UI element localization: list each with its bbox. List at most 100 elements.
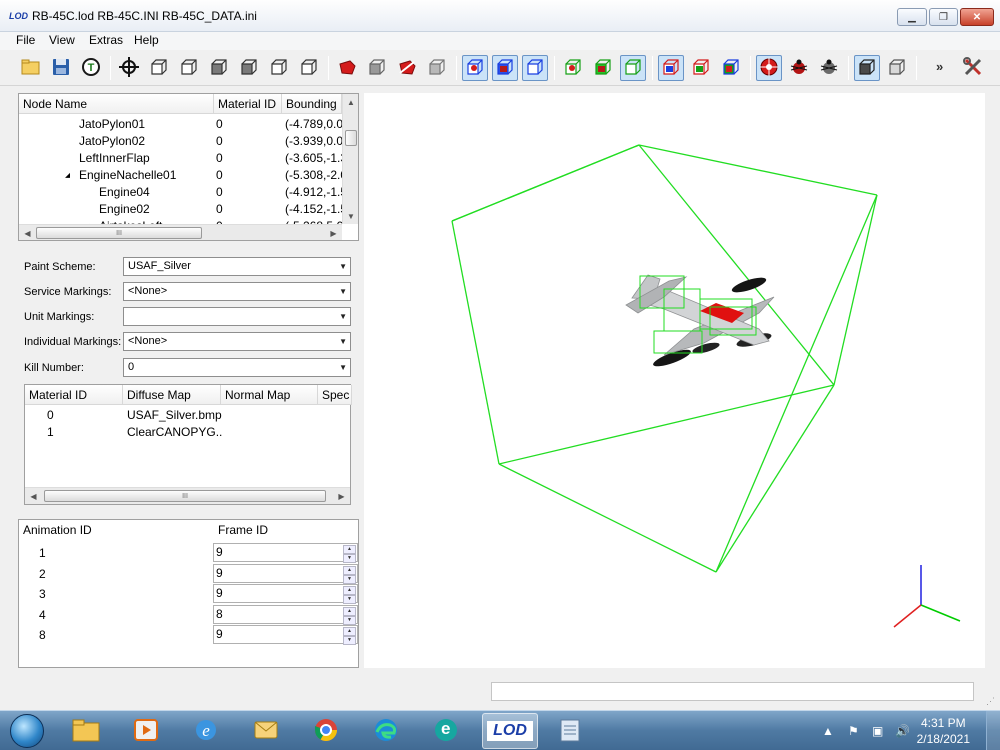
spin-up-icon[interactable]: ▲ (343, 627, 356, 636)
open-folder-button[interactable] (18, 55, 44, 81)
column-header-specular-map[interactable]: Spec (318, 385, 352, 405)
kill-number-select[interactable]: 0 ▼ (123, 358, 351, 377)
gray-bug-button[interactable] (816, 55, 842, 81)
menu-file[interactable]: File (16, 33, 35, 47)
scroll-right-icon[interactable]: ▶ (325, 225, 342, 240)
green-box-solid-button[interactable] (590, 55, 616, 81)
system-clock[interactable]: 4:31 PM 2/18/2021 (917, 715, 970, 747)
tree-row[interactable]: Engine04 0 (-4.912,-1.5 (19, 184, 342, 201)
spin-down-icon[interactable]: ▼ (343, 636, 356, 645)
node-tree-horizontal-scrollbar[interactable]: ◀ III ▶ (19, 224, 342, 240)
taskbar-edge-button[interactable] (358, 713, 414, 749)
paint-scheme-select[interactable]: USAF_Silver ▼ (123, 257, 351, 276)
rgb-cube-button[interactable] (718, 55, 744, 81)
blue-box-red-button[interactable] (462, 55, 488, 81)
box-wireframe-alt2-button[interactable] (296, 55, 322, 81)
column-header-bounding-box[interactable]: Bounding B (282, 94, 342, 114)
material-row[interactable]: 1 ClearCANOPYG... (25, 424, 350, 441)
textures-t-button[interactable]: T (78, 55, 104, 81)
toolbar-overflow-button[interactable]: » (936, 59, 943, 74)
red-blob-button[interactable] (334, 55, 360, 81)
red-target-button[interactable] (756, 55, 782, 81)
taskbar-eset-button[interactable]: e (418, 713, 474, 749)
3d-viewport[interactable] (364, 93, 985, 668)
frame-id-spinbox[interactable]: 9 ▲ ▼ (213, 563, 358, 584)
gray-cube-small-button[interactable] (424, 55, 450, 81)
red-box-blue-button[interactable] (658, 55, 684, 81)
column-header-animation-id[interactable]: Animation ID (19, 520, 214, 540)
node-tree-vertical-scrollbar[interactable]: ▲ ▼ (342, 94, 358, 224)
frame-id-spinbox[interactable]: 9 ▲ ▼ (213, 543, 358, 563)
taskbar-lod-app-button[interactable]: LOD (482, 713, 538, 749)
box-wireframe-front-button[interactable] (146, 55, 172, 81)
action-center-flag-icon[interactable]: ⚑ (848, 724, 859, 738)
column-header-diffuse-map[interactable]: Diffuse Map (123, 385, 221, 405)
spin-down-icon[interactable]: ▼ (343, 615, 356, 625)
column-header-material-id[interactable]: Material ID (214, 94, 282, 114)
green-box-red-button[interactable] (560, 55, 586, 81)
scrollbar-thumb[interactable]: III (36, 227, 202, 239)
blue-box-outline-button[interactable] (522, 55, 548, 81)
scroll-left-icon[interactable]: ◀ (25, 488, 42, 504)
scroll-right-icon[interactable]: ▶ (333, 488, 350, 504)
settings-tools-button[interactable] (960, 55, 986, 81)
show-desktop-button[interactable] (986, 711, 1000, 750)
spin-up-icon[interactable]: ▲ (343, 545, 356, 554)
dark-cube-button[interactable] (854, 55, 880, 81)
start-button[interactable] (2, 712, 52, 750)
box-solid-back-button[interactable] (236, 55, 262, 81)
maximize-button[interactable]: ❐ (929, 8, 958, 26)
gray-cube-button[interactable] (364, 55, 390, 81)
column-header-material-id[interactable]: Material ID (25, 385, 123, 405)
spin-down-icon[interactable]: ▼ (343, 554, 356, 563)
red-bug-button[interactable] (786, 55, 812, 81)
light-cube-button[interactable] (884, 55, 910, 81)
frame-id-spinbox[interactable]: 9 ▲ ▼ (213, 584, 358, 604)
scroll-up-icon[interactable]: ▲ (343, 94, 358, 110)
tree-row[interactable]: Engine02 0 (-4.152,-1.5 (19, 201, 342, 218)
spin-down-icon[interactable]: ▼ (343, 595, 356, 604)
target-crosshair-button[interactable] (116, 55, 142, 81)
spin-down-icon[interactable]: ▼ (343, 574, 356, 584)
box-solid-front-button[interactable] (206, 55, 232, 81)
taskbar-chrome-button[interactable] (298, 713, 354, 749)
individual-markings-select[interactable]: <None> ▼ (123, 332, 351, 351)
red-blob-slash-button[interactable] (394, 55, 420, 81)
scrollbar-thumb[interactable]: III (44, 490, 326, 502)
frame-id-spinbox[interactable]: 8 ▲ ▼ (213, 604, 358, 625)
taskbar-notepad-button[interactable] (542, 713, 598, 749)
unit-markings-select[interactable]: ▼ (123, 307, 351, 326)
box-wireframe-back-button[interactable] (176, 55, 202, 81)
network-icon[interactable]: ▣ (872, 724, 883, 738)
material-row[interactable]: 0 USAF_Silver.bmp (25, 407, 350, 424)
save-disk-button[interactable] (48, 55, 74, 81)
column-header-node-name[interactable]: Node Name (19, 94, 214, 114)
tree-row[interactable]: LeftInnerFlap 0 (-3.605,-1.3 (19, 150, 342, 167)
aircraft-model[interactable] (625, 274, 775, 370)
menu-view[interactable]: View (49, 33, 75, 47)
scrollbar-thumb[interactable] (345, 130, 357, 146)
tree-row[interactable]: ◢ EngineNachelle01 0 (-5.308,-2.0 (19, 167, 342, 184)
taskbar-media-player-button[interactable] (118, 713, 174, 749)
tree-expander-icon[interactable]: ◢ (65, 167, 70, 184)
taskbar-mail-button[interactable] (238, 713, 294, 749)
menu-extras[interactable]: Extras (89, 33, 123, 47)
service-markings-select[interactable]: <None> ▼ (123, 282, 351, 301)
green-box-outline-button[interactable] (620, 55, 646, 81)
scroll-down-icon[interactable]: ▼ (343, 208, 358, 224)
frame-id-spinbox[interactable]: 9 ▲ ▼ (213, 625, 358, 645)
tray-chevron-up-icon[interactable]: ▲ (822, 724, 834, 738)
taskbar-file-explorer-button[interactable] (58, 713, 114, 749)
menu-help[interactable]: Help (134, 33, 159, 47)
spin-up-icon[interactable]: ▲ (343, 606, 356, 616)
spin-up-icon[interactable]: ▲ (343, 586, 356, 595)
minimize-button[interactable]: ▁ (897, 8, 927, 26)
column-header-normal-map[interactable]: Normal Map (221, 385, 318, 405)
spin-up-icon[interactable]: ▲ (343, 565, 356, 575)
tree-row[interactable]: JatoPylon01 0 (-4.789,0.08 (19, 116, 342, 133)
red-box-green-button[interactable] (688, 55, 714, 81)
volume-icon[interactable]: 🔊 (895, 724, 910, 738)
taskbar-internet-explorer-button[interactable]: e (178, 713, 234, 749)
column-header-frame-id[interactable]: Frame ID (214, 520, 358, 540)
blue-box-solid-button[interactable] (492, 55, 518, 81)
